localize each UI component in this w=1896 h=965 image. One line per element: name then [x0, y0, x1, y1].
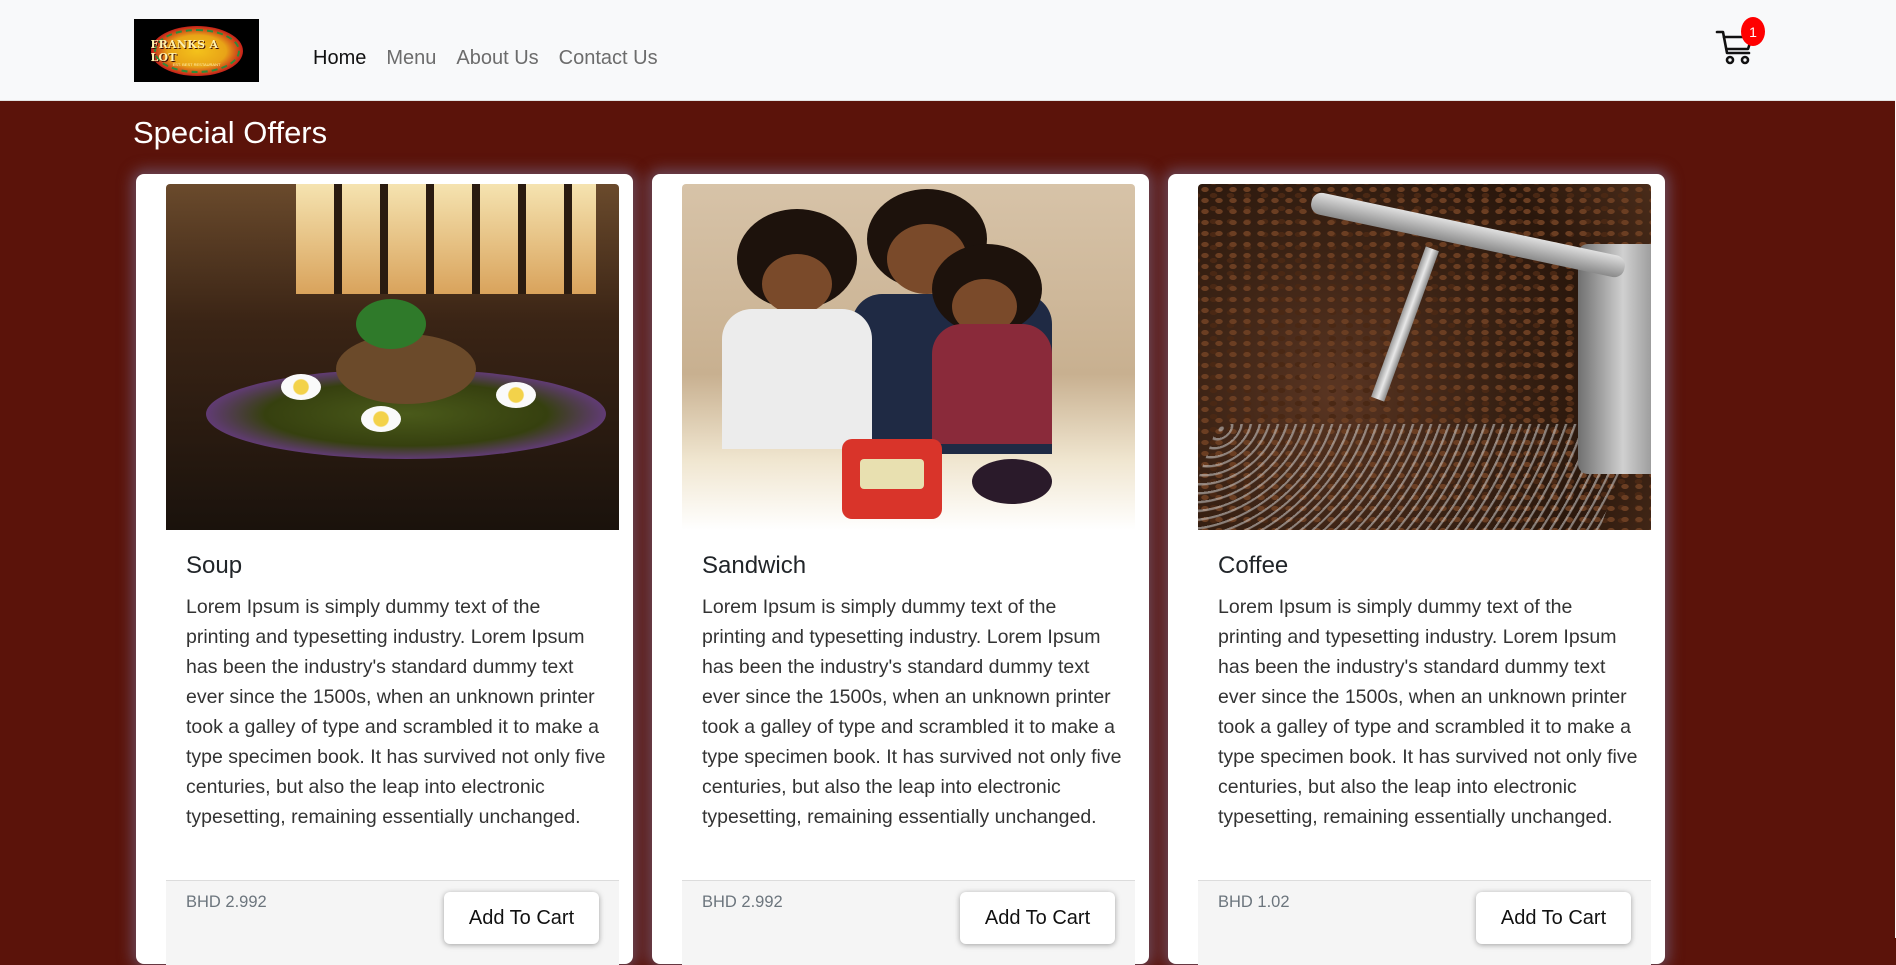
product-card-sandwich: Sandwich Lorem Ipsum is simply dummy tex…	[652, 174, 1149, 965]
logo-emblem: FRANKS A LOT EST. BEST RESTAURANT	[150, 25, 243, 76]
card-footer: BHD 2.992 Add To Cart	[682, 880, 1135, 965]
section-title: Special Offers	[133, 115, 328, 150]
nav-link-contact-us[interactable]: Contact Us	[559, 46, 658, 70]
product-image-coffee	[1198, 184, 1651, 530]
brand-logo[interactable]: FRANKS A LOT EST. BEST RESTAURANT	[134, 19, 259, 82]
add-to-cart-button[interactable]: Add To Cart	[444, 892, 599, 944]
product-image-soup	[166, 184, 619, 530]
add-to-cart-button[interactable]: Add To Cart	[960, 892, 1115, 944]
logo-text: FRANKS A LOT	[150, 37, 219, 64]
product-card-soup: Soup Lorem Ipsum is simply dummy text of…	[136, 174, 633, 965]
product-description: Lorem Ipsum is simply dummy text of the …	[1218, 596, 1638, 828]
navbar: FRANKS A LOT EST. BEST RESTAURANT Home M…	[0, 0, 1895, 101]
product-price: BHD 1.02	[1218, 893, 1290, 911]
product-price: BHD 2.992	[702, 893, 783, 911]
product-name: Coffee	[1218, 552, 1289, 579]
nav-link-home[interactable]: Home	[313, 46, 366, 70]
logo-subtext: EST. BEST RESTAURANT	[172, 61, 221, 67]
card-footer: BHD 2.992 Add To Cart	[166, 880, 619, 965]
product-name: Soup	[186, 552, 243, 579]
card-footer: BHD 1.02 Add To Cart	[1198, 880, 1651, 965]
product-image-sandwich	[682, 184, 1135, 530]
product-card-coffee: Coffee Lorem Ipsum is simply dummy text …	[1168, 174, 1665, 965]
cart-count-badge: 1	[1741, 17, 1765, 46]
product-price: BHD 2.992	[186, 893, 267, 911]
nav-link-menu[interactable]: Menu	[386, 46, 436, 70]
nav-link-about-us[interactable]: About Us	[456, 46, 538, 70]
main-nav: Home Menu About Us Contact Us	[313, 46, 678, 70]
product-description: Lorem Ipsum is simply dummy text of the …	[186, 596, 606, 828]
product-name: Sandwich	[702, 552, 807, 579]
product-description: Lorem Ipsum is simply dummy text of the …	[702, 596, 1122, 828]
add-to-cart-button[interactable]: Add To Cart	[1476, 892, 1631, 944]
